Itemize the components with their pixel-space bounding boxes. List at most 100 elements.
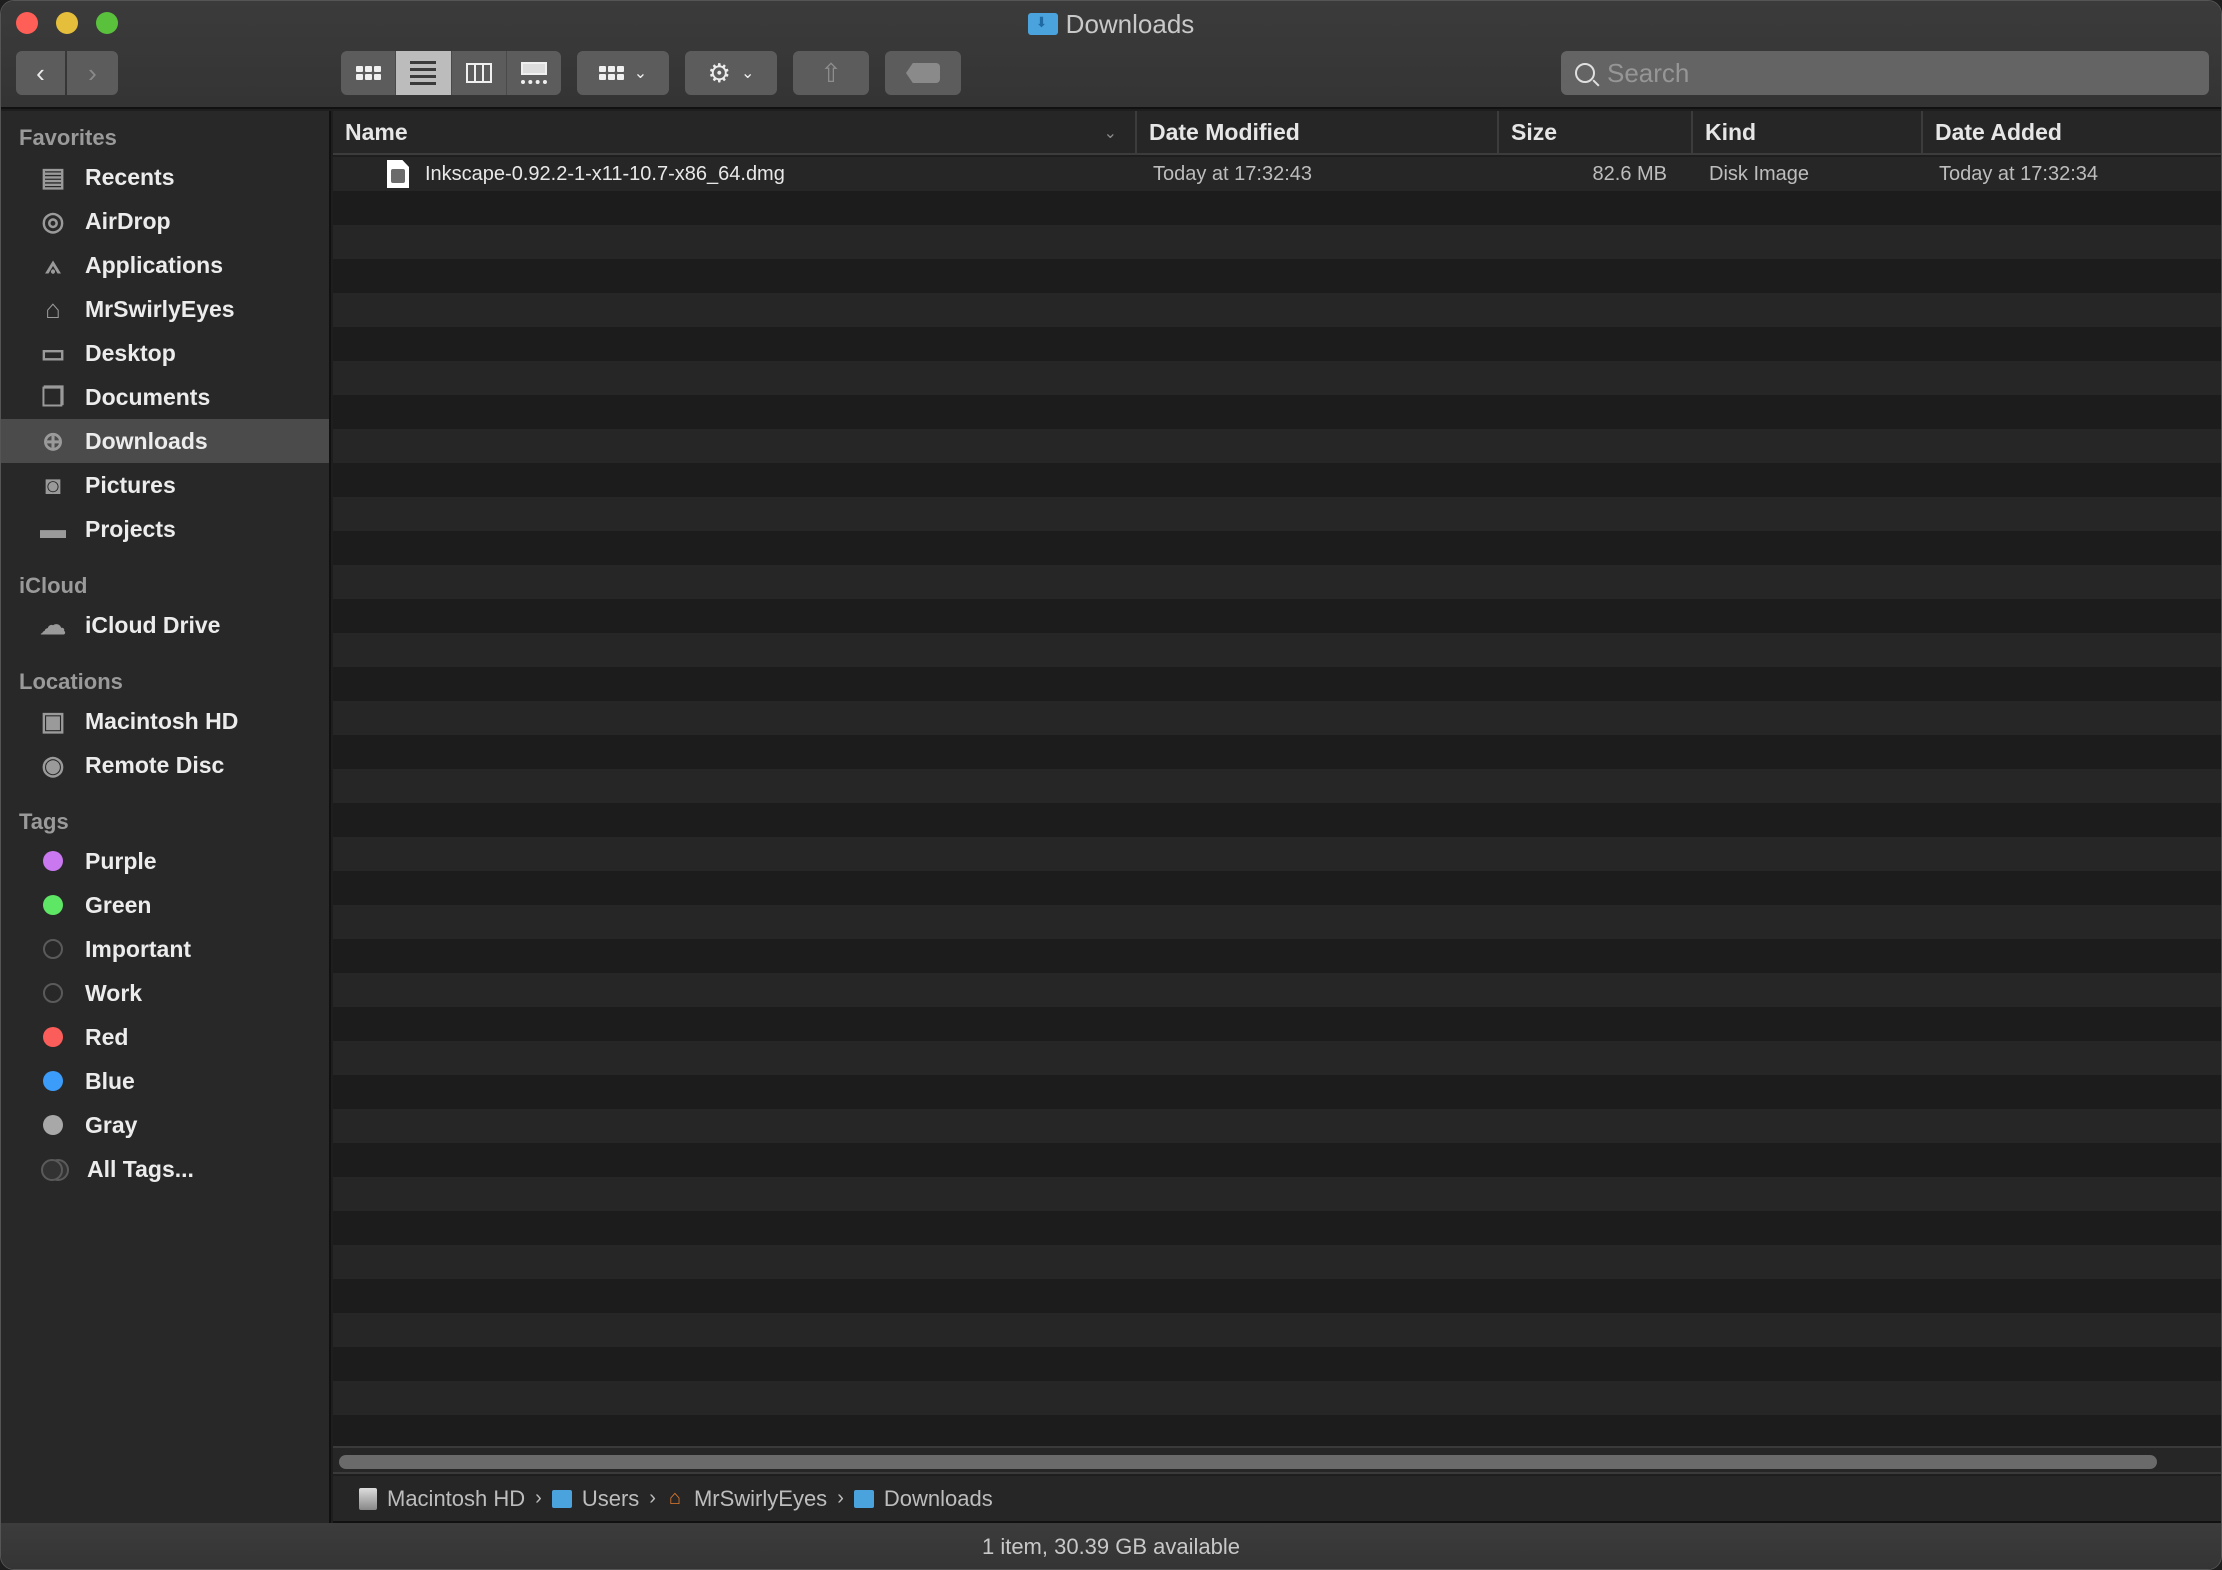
sidebar-item-label: Red: [85, 1023, 129, 1050]
hard-drive-icon: [359, 1487, 377, 1510]
kind-cell: Disk Image: [1709, 162, 1810, 185]
column-header-kind[interactable]: Kind: [1691, 111, 1921, 153]
sidebar-tag-gray[interactable]: Gray: [1, 1103, 329, 1147]
file-list-view: Name ⌄ Date Modified Size Kind Date Adde…: [333, 111, 2221, 1523]
share-button[interactable]: ⇧: [793, 51, 869, 95]
sidebar-item-icloud-drive[interactable]: ☁ iCloud Drive: [1, 603, 329, 647]
sidebar-item-documents[interactable]: ❐ Documents: [1, 375, 329, 419]
sidebar-item-label: MrSwirlyEyes: [85, 295, 235, 322]
sidebar-all-tags[interactable]: All Tags...: [1, 1147, 329, 1191]
path-separator: ›: [837, 1487, 844, 1509]
sidebar-item-downloads[interactable]: ⊕ Downloads: [1, 419, 329, 463]
list-view-button[interactable]: [396, 51, 452, 95]
column-view-button[interactable]: [452, 51, 507, 95]
sidebar-tag-important[interactable]: Important: [1, 927, 329, 971]
users-folder-icon: [551, 1489, 572, 1508]
toolbar: Downloads ‹ › ⌄ ⚙ ⌄ ⇧: [1, 1, 2221, 109]
recents-icon: ▤: [40, 161, 66, 192]
sidebar-item-label: Blue: [85, 1067, 135, 1094]
sidebar-item-airdrop[interactable]: ◎ AirDrop: [1, 199, 329, 243]
sidebar-item-remote-disc[interactable]: ◉ Remote Disc: [1, 743, 329, 787]
chevron-left-icon: ‹: [36, 57, 45, 88]
sidebar-item-label: Purple: [85, 847, 157, 874]
tag-icon: [906, 63, 940, 83]
list-icon: [410, 57, 437, 89]
tag-color-dot-icon: [43, 851, 63, 871]
path-item-home[interactable]: ⌂ MrSwirlyEyes: [666, 1486, 827, 1512]
column-header-size[interactable]: Size: [1497, 111, 1691, 153]
sidebar-item-label: Recents: [85, 163, 175, 190]
tag-color-dot-icon: [43, 1115, 63, 1135]
tag-outline-dot-icon: [43, 939, 63, 959]
edit-tags-button[interactable]: [885, 51, 961, 95]
path-item-macintosh-hd[interactable]: Macintosh HD: [359, 1486, 525, 1512]
path-item-downloads[interactable]: Downloads: [853, 1486, 993, 1512]
file-rows: Inkscape-0.92.2-1-x11-10.7-x86_64.dmg To…: [333, 157, 2221, 1457]
column-header-name[interactable]: Name ⌄: [333, 111, 1135, 153]
sidebar-tag-purple[interactable]: Purple: [1, 839, 329, 883]
disk-image-file-icon: [387, 160, 409, 188]
tag-outline-dot-icon: [43, 983, 63, 1003]
search-input[interactable]: [1607, 57, 2178, 89]
sidebar-item-label: Documents: [85, 383, 211, 410]
file-row[interactable]: Inkscape-0.92.2-1-x11-10.7-x86_64.dmg To…: [333, 157, 2221, 191]
path-item-users[interactable]: Users: [551, 1486, 639, 1512]
date-added-cell: Today at 17:32:34: [1939, 162, 2099, 185]
sidebar-heading-favorites: Favorites: [19, 125, 117, 150]
size-cell: 82.6 MB: [1592, 162, 1667, 185]
sidebar-item-label: Desktop: [85, 339, 176, 366]
downloads-icon: ⊕: [42, 425, 64, 456]
sidebar-item-desktop[interactable]: ▭ Desktop: [1, 331, 329, 375]
sidebar-tag-red[interactable]: Red: [1, 1015, 329, 1059]
column-header-date-added[interactable]: Date Added: [1921, 111, 2221, 153]
sidebar-heading-tags: Tags: [19, 809, 69, 834]
tag-color-dot-icon: [43, 1027, 63, 1047]
sidebar-item-pictures[interactable]: ◙ Pictures: [1, 463, 329, 507]
sidebar-item-label: Green: [85, 891, 152, 918]
sidebar-heading-icloud: iCloud: [19, 573, 88, 598]
horizontal-scrollbar[interactable]: [333, 1446, 2221, 1474]
finder-window: Downloads ‹ › ⌄ ⚙ ⌄ ⇧: [0, 0, 2222, 1570]
sidebar-item-label: Important: [85, 935, 192, 962]
home-icon: ⌂: [45, 293, 61, 324]
sidebar-item-label: Pictures: [85, 471, 176, 498]
scrollbar-thumb[interactable]: [339, 1455, 2157, 1469]
path-bar: Macintosh HD › Users › ⌂ MrSwirlyEyes › D…: [333, 1476, 2221, 1523]
icon-view-button[interactable]: [341, 51, 397, 95]
sidebar-item-recents[interactable]: ▤ Recents: [1, 155, 329, 199]
action-menu-button[interactable]: ⚙ ⌄: [685, 51, 777, 95]
grid-icon: [355, 66, 381, 80]
all-tags-icon: [41, 1159, 69, 1181]
group-by-button[interactable]: ⌄: [577, 51, 669, 95]
back-button[interactable]: ‹: [16, 51, 65, 95]
date-modified-cell: Today at 17:32:43: [1153, 162, 1313, 185]
sidebar-tag-blue[interactable]: Blue: [1, 1059, 329, 1103]
status-text: 1 item, 30.39 GB available: [981, 1534, 1241, 1559]
gallery-view-button[interactable]: [507, 51, 561, 95]
cloud-icon: ☁: [40, 609, 66, 640]
sidebar-item-label: Macintosh HD: [85, 707, 239, 734]
column-header-date-modified[interactable]: Date Modified: [1135, 111, 1497, 153]
search-field[interactable]: [1561, 51, 2209, 95]
sidebar-item-home[interactable]: ⌂ MrSwirlyEyes: [1, 287, 329, 331]
sidebar-tag-work[interactable]: Work: [1, 971, 329, 1015]
sidebar-item-label: All Tags...: [87, 1155, 194, 1182]
forward-button[interactable]: ›: [67, 51, 118, 95]
group-by-icon: [598, 66, 624, 80]
sidebar: Favorites ▤ Recents ◎ AirDrop ⟑ Application…: [1, 111, 331, 1523]
sidebar-item-projects[interactable]: ▬ Projects: [1, 507, 329, 551]
disc-icon: ◉: [41, 749, 65, 780]
documents-icon: ❐: [41, 381, 65, 412]
sidebar-item-label: Downloads: [85, 427, 208, 454]
sidebar-item-label: Gray: [85, 1111, 138, 1138]
search-icon: [1575, 63, 1595, 83]
sidebar-item-label: Projects: [85, 515, 176, 542]
window-title: Downloads: [1, 9, 2221, 40]
share-icon: ⇧: [820, 57, 842, 88]
sidebar-tag-green[interactable]: Green: [1, 883, 329, 927]
column-header-row: Name ⌄ Date Modified Size Kind Date Adde…: [333, 111, 2221, 155]
window-title-text: Downloads: [1065, 9, 1195, 39]
sidebar-item-macintosh-hd[interactable]: ▣ Macintosh HD: [1, 699, 329, 743]
sidebar-item-label: AirDrop: [85, 207, 171, 234]
sidebar-item-applications[interactable]: ⟑ Applications: [1, 243, 329, 287]
